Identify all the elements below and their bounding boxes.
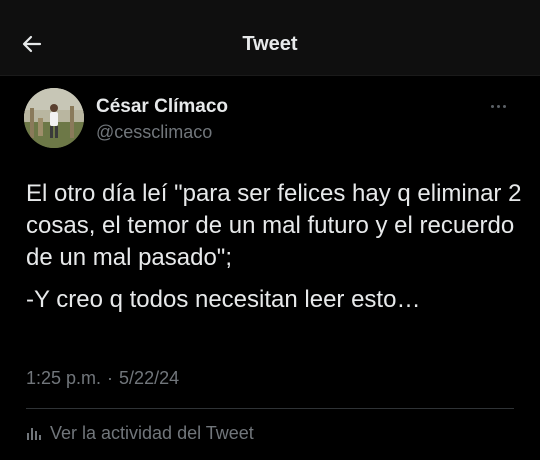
top-bar: Tweet	[0, 0, 540, 76]
tweet-text-paragraph: El otro día leí "para ser felices hay q …	[26, 180, 529, 271]
divider	[26, 408, 514, 409]
author-handle[interactable]: @cessclimaco	[96, 121, 212, 143]
tweet-timestamp[interactable]: 1:25 p.m. · 5/22/24	[26, 367, 179, 389]
tweet-text: El otro día leí "para ser felices hay q …	[26, 178, 526, 316]
more-horizontal-icon-dot	[502, 104, 506, 108]
page-title: Tweet	[242, 33, 298, 55]
tweet-text-paragraph: -Y creo q todos necesitan leer esto…	[26, 286, 421, 313]
tweet-author: César Clímaco @cessclimaco	[24, 88, 516, 148]
timestamp-separator: ·	[107, 368, 114, 388]
author-display-name[interactable]: César Clímaco	[96, 96, 228, 118]
more-options-button[interactable]	[484, 96, 512, 116]
bar-chart-icon	[27, 428, 41, 440]
more-horizontal-icon	[490, 104, 494, 108]
avatar-photo	[24, 88, 84, 148]
tweet-time: 1:25 p.m.	[26, 368, 102, 388]
view-activity-link[interactable]: Ver la actividad del Tweet	[26, 422, 254, 444]
tweet-date: 5/22/24	[119, 368, 180, 388]
avatar[interactable]	[24, 88, 84, 148]
more-horizontal-icon-dot	[496, 104, 500, 108]
view-activity-label: Ver la actividad del Tweet	[50, 423, 254, 443]
